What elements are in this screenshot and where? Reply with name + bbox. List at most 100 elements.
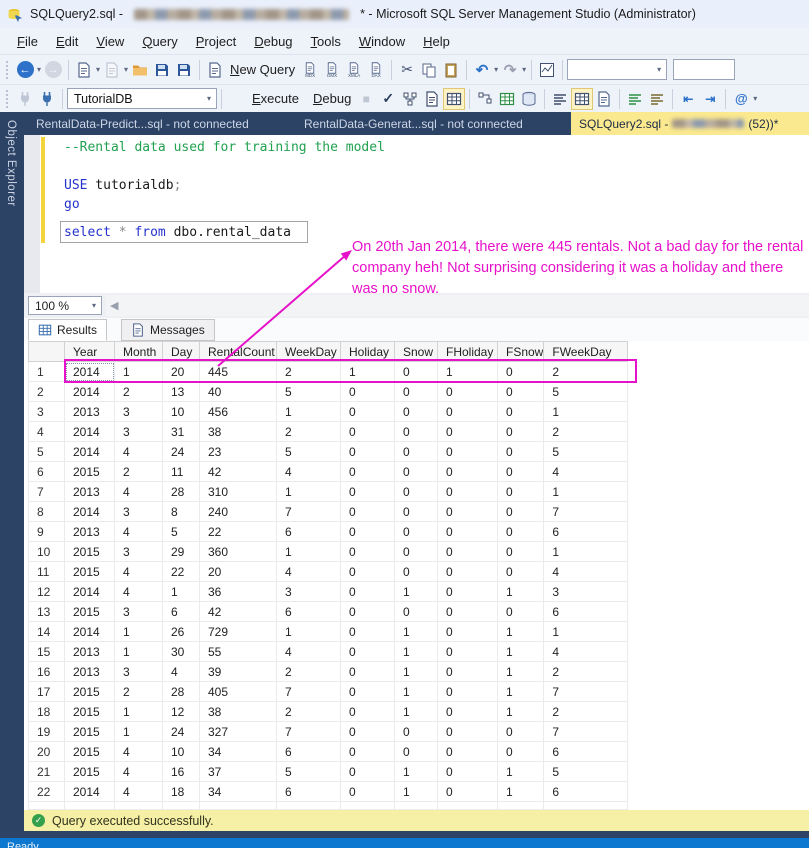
column-header-rentalcount[interactable]: RentalCount — [200, 342, 277, 362]
cell[interactable]: 28 — [163, 682, 200, 702]
cell[interactable]: 0 — [498, 602, 544, 622]
cell[interactable]: 2 — [115, 682, 163, 702]
cell[interactable]: 0 — [395, 602, 438, 622]
cell[interactable]: 4 — [115, 522, 163, 542]
row-number[interactable]: 15 — [29, 642, 65, 662]
column-header-year[interactable]: Year — [65, 342, 115, 362]
cell[interactable]: 0 — [498, 542, 544, 562]
cell[interactable]: 0 — [395, 362, 438, 382]
cell[interactable]: 40 — [200, 382, 277, 402]
cell[interactable]: 10 — [163, 402, 200, 422]
cell[interactable]: 2 — [277, 362, 341, 382]
cell[interactable]: 2015 — [65, 682, 115, 702]
cell[interactable]: 729 — [200, 622, 277, 642]
row-number[interactable]: 21 — [29, 762, 65, 782]
menu-edit[interactable]: Edit — [47, 31, 87, 52]
row-number[interactable]: 4 — [29, 422, 65, 442]
cell[interactable]: 0 — [498, 382, 544, 402]
cell[interactable]: 0 — [341, 502, 395, 522]
cell[interactable]: 20 — [200, 562, 277, 582]
row-number[interactable]: 7 — [29, 482, 65, 502]
code-comment-line[interactable]: --Rental data used for training the mode… — [64, 138, 385, 157]
cell[interactable]: 0 — [341, 542, 395, 562]
redo-dropdown[interactable]: ▾ — [521, 65, 527, 74]
cell[interactable]: 2 — [544, 702, 628, 722]
cell[interactable]: 0 — [341, 642, 395, 662]
increase-indent-icon[interactable]: ⇥ — [699, 88, 721, 110]
cell[interactable]: 2 — [544, 362, 628, 382]
cell[interactable]: 0 — [395, 502, 438, 522]
toolbar-grip[interactable] — [4, 61, 11, 79]
cell[interactable]: 0 — [395, 542, 438, 562]
cell[interactable]: 6 — [544, 782, 628, 802]
cell[interactable]: 7 — [277, 682, 341, 702]
column-header-fholiday[interactable]: FHoliday — [438, 342, 498, 362]
cell[interactable]: 0 — [395, 482, 438, 502]
results-to-file-icon[interactable] — [593, 88, 615, 110]
cell[interactable]: 5 — [277, 762, 341, 782]
cell[interactable]: 1 — [498, 662, 544, 682]
cell[interactable]: 0 — [498, 742, 544, 762]
cell[interactable]: 22 — [200, 522, 277, 542]
cell[interactable]: 3 — [115, 502, 163, 522]
cell[interactable]: 2015 — [65, 602, 115, 622]
cell[interactable]: 7 — [277, 502, 341, 522]
execute-play-icon[interactable] — [226, 88, 248, 110]
table-row[interactable]: 1620133439201012 — [29, 662, 628, 682]
cell[interactable]: 2014 — [65, 782, 115, 802]
cell[interactable]: 6 — [544, 602, 628, 622]
results-to-text-icon[interactable] — [549, 88, 571, 110]
cell[interactable]: 3 — [115, 402, 163, 422]
cell[interactable]: 5 — [277, 442, 341, 462]
tab-rentaldata-predict[interactable]: RentalData-Predict...sql - not connected — [28, 112, 257, 135]
table-row[interactable]: 1220144136301013 — [29, 582, 628, 602]
cell[interactable]: 6 — [277, 522, 341, 542]
row-number[interactable]: 22 — [29, 782, 65, 802]
cell[interactable]: 3 — [115, 542, 163, 562]
new-xmla-query-icon[interactable]: XMLA — [343, 59, 365, 81]
cell[interactable]: 6 — [544, 742, 628, 762]
cell[interactable]: 0 — [438, 462, 498, 482]
cell[interactable]: 2013 — [65, 522, 115, 542]
table-row[interactable]: 11201542220400004 — [29, 562, 628, 582]
cell[interactable]: 0 — [438, 562, 498, 582]
cell[interactable]: 0 — [438, 702, 498, 722]
cell[interactable]: 38 — [200, 702, 277, 722]
cell[interactable]: 1 — [277, 482, 341, 502]
cell[interactable]: 0 — [395, 522, 438, 542]
cell[interactable]: 4 — [115, 742, 163, 762]
table-row[interactable]: 18201511238201012 — [29, 702, 628, 722]
copy-icon[interactable] — [418, 59, 440, 81]
cell[interactable]: 456 — [200, 402, 277, 422]
tab-rentaldata-generate[interactable]: RentalData-Generat...sql - not connected — [296, 112, 531, 135]
cell[interactable]: 0 — [438, 402, 498, 422]
menu-view[interactable]: View — [87, 31, 133, 52]
new-dmx-query-icon[interactable]: DMX — [321, 59, 343, 81]
row-number-header[interactable] — [29, 342, 65, 362]
menu-window[interactable]: Window — [350, 31, 414, 52]
cell[interactable]: 24 — [163, 442, 200, 462]
cell[interactable]: 0 — [498, 482, 544, 502]
cell[interactable]: 2 — [277, 662, 341, 682]
table-row[interactable]: 4201433138200002 — [29, 422, 628, 442]
debug-button[interactable]: Debug — [309, 91, 355, 106]
row-number[interactable]: 16 — [29, 662, 65, 682]
column-header-fweekday[interactable]: FWeekDay — [544, 342, 628, 362]
cell[interactable]: 28 — [163, 482, 200, 502]
cell[interactable]: 0 — [438, 722, 498, 742]
table-row[interactable]: 72013428310100001 — [29, 482, 628, 502]
live-stats-icon[interactable] — [496, 88, 518, 110]
connect-icon[interactable] — [14, 88, 36, 110]
cell[interactable]: 0 — [395, 462, 438, 482]
cell[interactable]: 6 — [277, 742, 341, 762]
table-row[interactable]: 12014120445210102 — [29, 362, 628, 382]
cell[interactable]: 39 — [200, 662, 277, 682]
cell[interactable]: 2013 — [65, 482, 115, 502]
new-query-button[interactable]: New Query — [226, 62, 299, 77]
cell[interactable]: 2015 — [65, 722, 115, 742]
open-file-icon[interactable] — [129, 59, 151, 81]
parse-icon[interactable]: ✓ — [377, 88, 399, 110]
cell[interactable]: 16 — [163, 762, 200, 782]
execute-button[interactable]: Execute — [248, 91, 303, 106]
cell[interactable]: 405 — [200, 682, 277, 702]
